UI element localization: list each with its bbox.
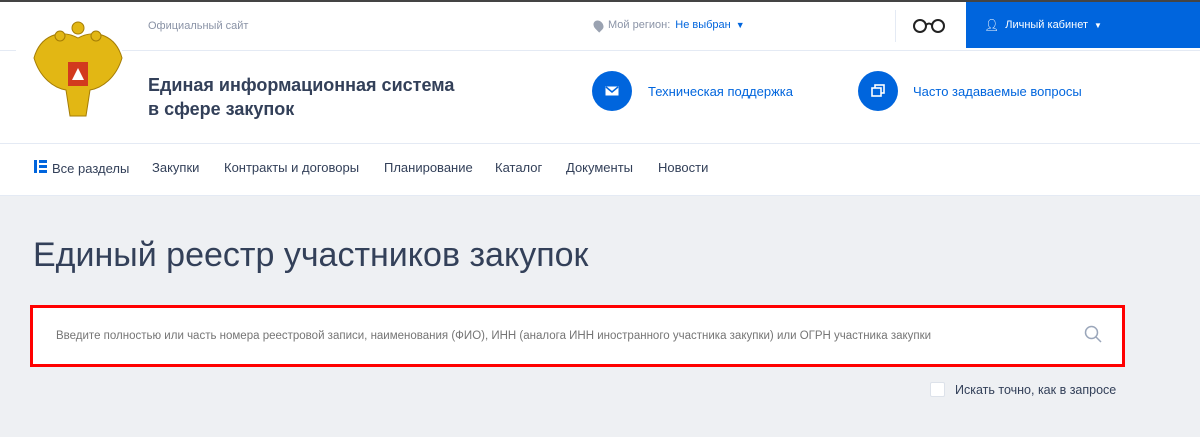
nav-purchases[interactable]: Закупки [152, 160, 199, 175]
chat-icon [858, 71, 898, 111]
nav-catalog[interactable]: Каталог [495, 160, 542, 175]
nav-label: Все разделы [52, 160, 130, 176]
divider [0, 143, 1200, 144]
personal-cabinet-button[interactable]: 👤︎ Личный кабинет ▼ [966, 2, 1200, 48]
chevron-down-icon: ▼ [1094, 20, 1102, 30]
search-icon[interactable] [1084, 325, 1102, 348]
support-label: Техническая поддержка [648, 83, 793, 99]
search-box[interactable] [30, 305, 1125, 367]
nav-news[interactable]: Новости [658, 160, 708, 175]
search-input[interactable] [56, 330, 1084, 342]
nav-all-sections[interactable]: Все разделы [34, 160, 129, 176]
site-title-line1: Единая информационная система [148, 75, 455, 95]
exact-search-checkbox[interactable] [930, 382, 945, 397]
exact-search-label: Искать точно, как в запросе [955, 382, 1117, 397]
region-value: Не выбран [675, 19, 731, 31]
divider [122, 50, 1200, 51]
accessibility-glasses-icon[interactable] [912, 17, 946, 38]
region-label: Мой регион: [608, 19, 671, 31]
support-link[interactable]: Техническая поддержка [592, 71, 793, 111]
location-pin-icon [591, 17, 606, 33]
user-icon: 👤︎ [984, 18, 1000, 32]
exact-search-option[interactable]: Искать точно, как в запросе [930, 382, 1116, 397]
divider [0, 50, 16, 51]
sections-icon [34, 160, 47, 176]
nav-documents[interactable]: Документы [566, 160, 633, 175]
site-title[interactable]: Единая информационная система в сфере за… [148, 73, 454, 121]
region-selector[interactable]: Мой регион: Не выбран ▼ [591, 17, 745, 33]
page-title: Единый реестр участников закупок [33, 236, 589, 274]
nav-planning[interactable]: Планирование [384, 160, 473, 175]
site-title-line2: в сфере закупок [148, 99, 295, 119]
emblem-logo[interactable] [30, 18, 126, 122]
personal-cabinet-label: Личный кабинет [1005, 19, 1088, 31]
faq-label: Часто задаваемые вопросы [913, 83, 1082, 99]
nav-contracts[interactable]: Контракты и договоры [224, 160, 359, 175]
divider [895, 10, 896, 42]
official-site-label: Официальный сайт [148, 20, 249, 32]
faq-link[interactable]: Часто задаваемые вопросы [858, 71, 1082, 111]
chevron-down-icon: ▼ [735, 20, 745, 30]
mail-icon [592, 71, 632, 111]
